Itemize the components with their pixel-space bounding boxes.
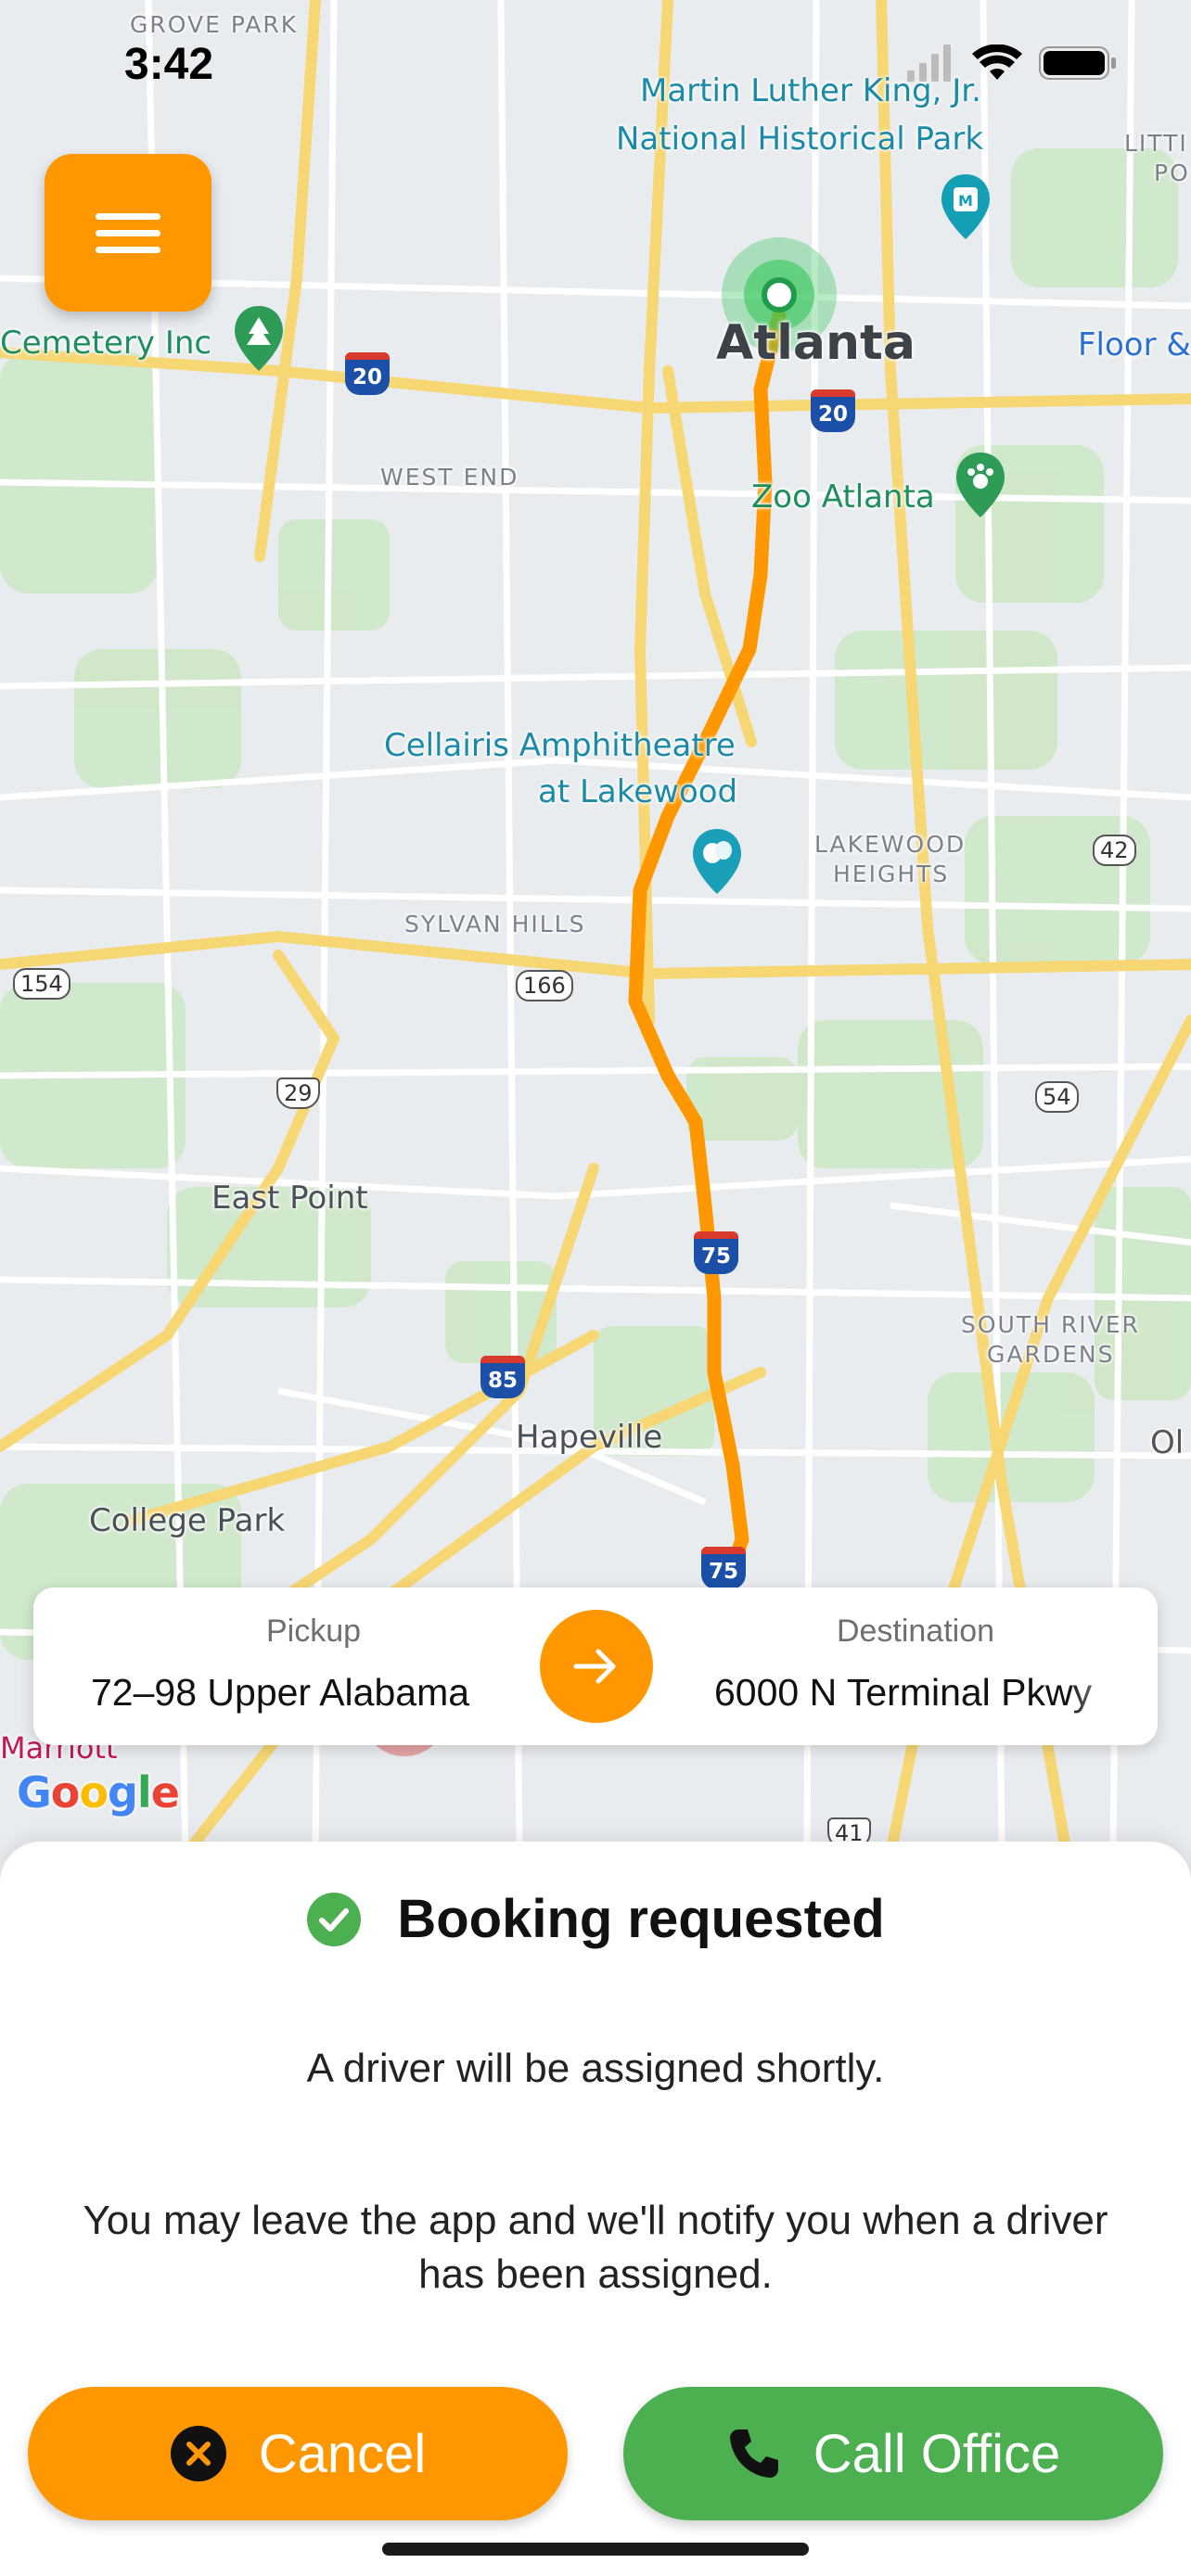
check-circle-icon — [307, 1892, 362, 1946]
status-bar-time: 3:42 — [124, 40, 214, 89]
destination-section[interactable]: Destination 6000 N Terminal Pkwy — [698, 1588, 1133, 1745]
menu-button[interactable] — [45, 154, 211, 312]
driver-assignment-message: A driver will be assigned shortly. — [306, 2046, 885, 2091]
cemetery-pin-icon[interactable] — [232, 304, 286, 373]
close-circle-icon — [170, 2426, 226, 2481]
svg-text:M: M — [958, 192, 973, 210]
route-arrow-button[interactable] — [540, 1610, 653, 1723]
shield-r154: 154 — [13, 968, 70, 1000]
cancel-label: Cancel — [258, 2423, 427, 2484]
shield-i20-west: 20 — [345, 352, 390, 395]
wifi-icon — [972, 45, 1022, 80]
shield-r166: 166 — [516, 970, 573, 1001]
call-office-button[interactable]: Call Office — [623, 2387, 1163, 2520]
pickup-address: 72–98 Upper Alabama — [91, 1671, 470, 1714]
shield-r42: 42 — [1093, 835, 1136, 866]
zoo-pin-icon[interactable] — [954, 451, 1007, 519]
shield-i20-east: 20 — [811, 389, 855, 432]
google-attribution[interactable]: Google — [17, 1767, 180, 1817]
theater-pin-icon[interactable] — [690, 827, 744, 896]
shield-i75-south: 75 — [701, 1547, 746, 1589]
pickup-caption: Pickup — [265, 1613, 362, 1649]
status-bar-icons — [907, 45, 1117, 82]
pickup-section[interactable]: Pickup 72–98 Upper Alabama — [91, 1588, 536, 1745]
cancel-button[interactable]: Cancel — [28, 2387, 568, 2520]
origin-marker — [762, 277, 797, 312]
shield-i85: 85 — [480, 1356, 525, 1398]
battery-icon — [1039, 46, 1116, 80]
signal-icon — [907, 45, 951, 82]
route-card[interactable]: Pickup 72–98 Upper Alabama Destination 6… — [33, 1588, 1158, 1745]
notification-message: You may leave the app and we'll notify y… — [83, 2198, 1108, 2297]
phone-icon — [729, 2429, 778, 2478]
destination-caption: Destination — [836, 1613, 995, 1649]
booking-title: Booking requested — [397, 1889, 885, 1949]
museum-pin-icon[interactable]: M — [939, 172, 992, 241]
shield-r54: 54 — [1035, 1081, 1079, 1113]
call-office-label: Call Office — [813, 2423, 1061, 2484]
home-indicator[interactable] — [382, 2543, 809, 2556]
arrow-right-icon — [573, 1649, 616, 1684]
sheet-header: Booking requested — [0, 1888, 1191, 1950]
hamburger-menu-icon — [96, 203, 160, 263]
booking-status-sheet: Booking requested A driver will be assig… — [0, 1842, 1191, 2576]
shield-us29: 29 — [276, 1078, 320, 1109]
shield-i75-mid: 75 — [694, 1231, 738, 1274]
